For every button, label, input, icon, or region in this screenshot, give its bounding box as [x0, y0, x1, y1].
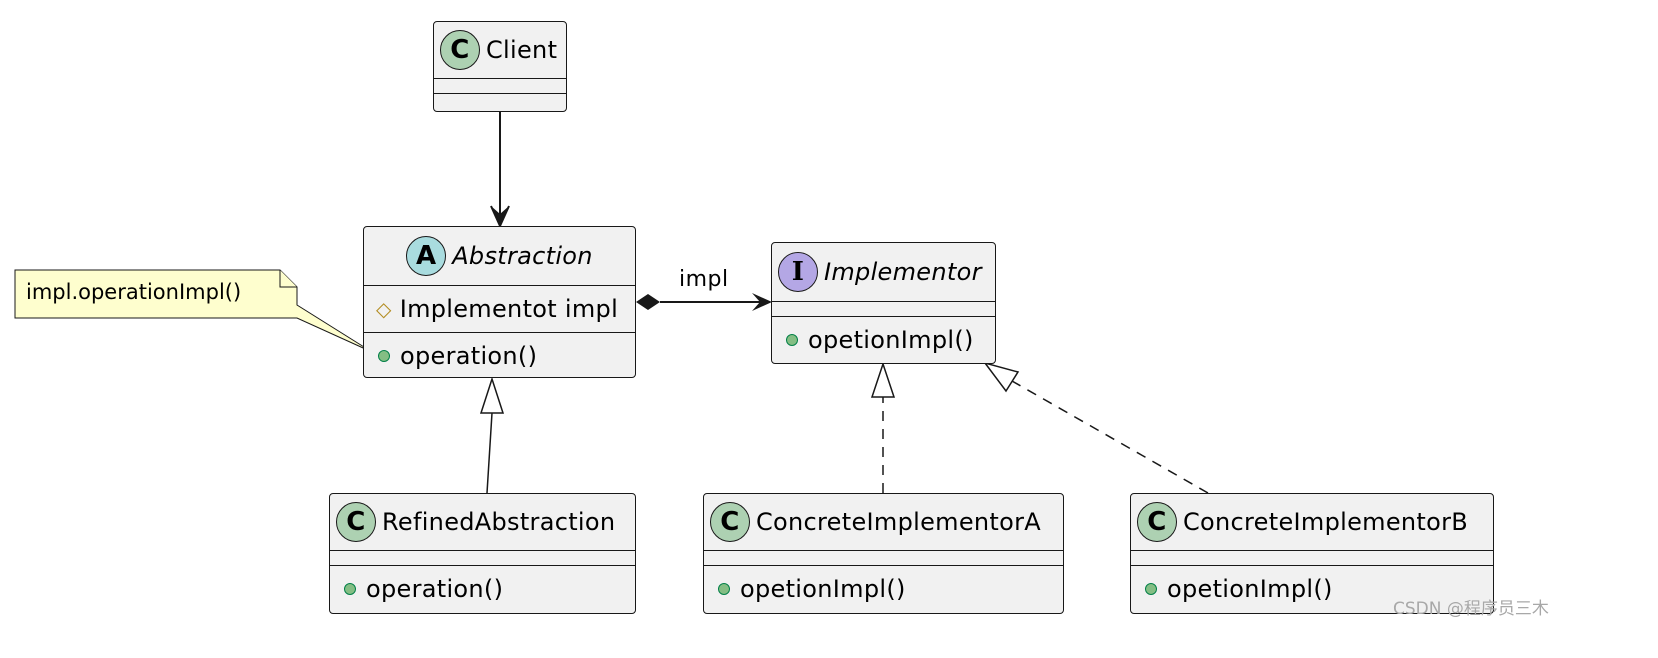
- method-text: operation(): [366, 575, 504, 603]
- method-row: operation(): [364, 333, 635, 379]
- edge-label-impl: impl: [679, 267, 729, 292]
- class-name: RefinedAbstraction: [382, 508, 616, 536]
- attribute-row: ◇ Implementot impl: [364, 286, 635, 332]
- public-visibility-icon: [344, 583, 356, 595]
- public-visibility-icon: [378, 350, 390, 362]
- class-header: C ConcreteImplementorA: [704, 494, 1063, 550]
- attributes-section: [1131, 551, 1493, 565]
- class-name: Abstraction: [452, 242, 593, 270]
- attributes-section: [330, 551, 635, 565]
- attribute-text: Implementot impl: [399, 295, 619, 323]
- method-row: opetionImpl(): [772, 317, 995, 363]
- attributes-section: [704, 551, 1063, 565]
- abstract-stereotype-icon: A: [406, 236, 447, 276]
- method-text: opetionImpl(): [1167, 575, 1333, 603]
- class-stereotype-icon: C: [336, 502, 376, 542]
- watermark: CSDN @程序员三木: [1393, 599, 1549, 619]
- realization-concreteb-implementor: [983, 361, 1209, 494]
- class-header: A Abstraction: [364, 227, 635, 285]
- method-text: opetionImpl(): [808, 326, 974, 354]
- attributes-section: [434, 79, 566, 93]
- class-header: I Implementor: [772, 243, 995, 301]
- public-visibility-icon: [1145, 583, 1157, 595]
- composition-abstraction-implementor: [636, 293, 772, 311]
- class-header: C Client: [434, 22, 566, 78]
- class-name: ConcreteImplementorB: [1183, 508, 1469, 536]
- association-client-abstraction: [490, 112, 510, 229]
- class-name: Client: [486, 36, 558, 64]
- method-row: operation(): [330, 566, 635, 612]
- class-refined-abstraction[interactable]: C RefinedAbstraction operation(): [329, 493, 636, 614]
- class-client[interactable]: C Client: [433, 21, 567, 112]
- class-implementor[interactable]: I Implementor opetionImpl(): [771, 242, 996, 364]
- interface-stereotype-icon: I: [778, 252, 818, 292]
- class-header: C RefinedAbstraction: [330, 494, 635, 550]
- method-row: opetionImpl(): [704, 566, 1063, 612]
- class-concrete-implementor-a[interactable]: C ConcreteImplementorA opetionImpl(): [703, 493, 1064, 614]
- protected-visibility-icon: ◇: [376, 297, 392, 321]
- attributes-section: [772, 302, 995, 316]
- class-abstraction[interactable]: A Abstraction ◇ Implementot impl operati…: [363, 226, 636, 378]
- public-visibility-icon: [786, 334, 798, 346]
- class-name: Implementor: [824, 258, 982, 286]
- realization-concretea-implementor: [870, 361, 896, 493]
- method-text: operation(): [400, 342, 538, 370]
- class-header: C ConcreteImplementorB: [1131, 494, 1493, 550]
- class-stereotype-icon: C: [710, 502, 750, 542]
- class-stereotype-icon: C: [1137, 502, 1177, 542]
- class-stereotype-icon: C: [440, 30, 480, 70]
- method-text: opetionImpl(): [740, 575, 906, 603]
- note-text: impl.operationImpl(): [26, 280, 242, 304]
- divider: [434, 93, 566, 94]
- public-visibility-icon: [718, 583, 730, 595]
- generalization-refined-abstraction: [479, 376, 505, 494]
- class-name: ConcreteImplementorA: [756, 508, 1041, 536]
